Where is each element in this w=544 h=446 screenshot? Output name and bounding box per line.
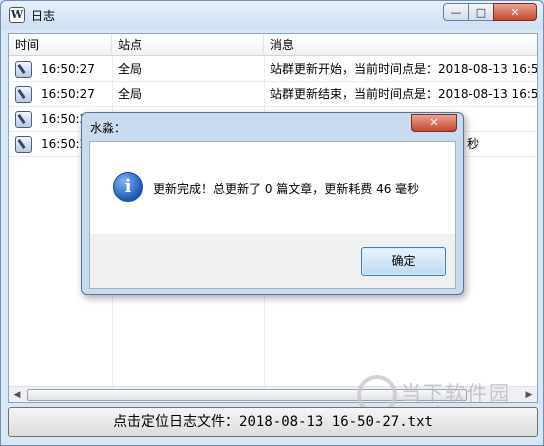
table-row[interactable]: 16:50:27 全局 站群更新开始，当前时间点是：2018-08-13 16:… (9, 57, 537, 82)
row-message: 秒 (467, 137, 480, 151)
info-icon: i (113, 172, 143, 202)
scroll-right-icon[interactable]: ▶ (521, 388, 537, 402)
log-entry-icon (15, 111, 32, 128)
row-message: 站群更新开始，当前时间点是：2018-08-13 16:50:27 (270, 62, 538, 76)
list-header: 时间 站点 消息 (9, 34, 537, 56)
window-title: 日志 (31, 9, 56, 23)
row-site: 全局 (118, 87, 143, 101)
column-header-site[interactable]: 站点 (112, 34, 264, 56)
dialog-close-button[interactable]: ✕ (411, 114, 457, 132)
close-button[interactable]: ✕ (493, 3, 537, 21)
message-dialog: 水淼： ✕ i 更新完成！总更新了 0 篇文章，更新耗费 46 毫秒 确定 (81, 112, 464, 295)
row-message: 站群更新结束，当前时间点是：2018-08-13 16:50:27 (270, 87, 538, 101)
caption-buttons: — □ ✕ (443, 3, 537, 22)
row-time: 16:50:27 (41, 62, 95, 76)
dialog-message: 更新完成！总更新了 0 篇文章，更新耗费 46 毫秒 (153, 182, 420, 196)
ok-button[interactable]: 确定 (361, 247, 446, 276)
dialog-body: i 更新完成！总更新了 0 篇文章，更新耗费 46 毫秒 确定 (89, 141, 456, 289)
scroll-left-icon[interactable]: ◀ (9, 388, 25, 402)
title-bar[interactable]: W 日志 — □ ✕ (1, 1, 543, 29)
app-logo-icon: W (9, 7, 25, 23)
column-header-time[interactable]: 时间 (9, 34, 112, 56)
close-icon: ✕ (510, 5, 520, 19)
log-entry-icon (15, 136, 32, 153)
column-header-message[interactable]: 消息 (264, 34, 537, 56)
log-entry-icon (15, 86, 32, 103)
row-time: 16:50:27 (41, 87, 95, 101)
open-log-file-button[interactable]: 点击定位日志文件：2018-08-13 16-50-27.txt (8, 407, 538, 437)
minimize-icon: — (450, 5, 462, 19)
close-icon: ✕ (429, 116, 439, 129)
dialog-title: 水淼： (90, 121, 127, 135)
dialog-message-area: i 更新完成！总更新了 0 篇文章，更新耗费 46 毫秒 (90, 142, 455, 234)
watermark-text: 当下软件园 (401, 381, 511, 405)
maximize-icon: □ (475, 5, 487, 19)
maximize-button[interactable]: □ (468, 3, 494, 21)
row-site: 全局 (118, 62, 143, 76)
table-row[interactable]: 16:50:27 全局 站群更新结束，当前时间点是：2018-08-13 16:… (9, 82, 537, 107)
log-entry-icon (15, 61, 32, 78)
minimize-button[interactable]: — (443, 3, 469, 21)
